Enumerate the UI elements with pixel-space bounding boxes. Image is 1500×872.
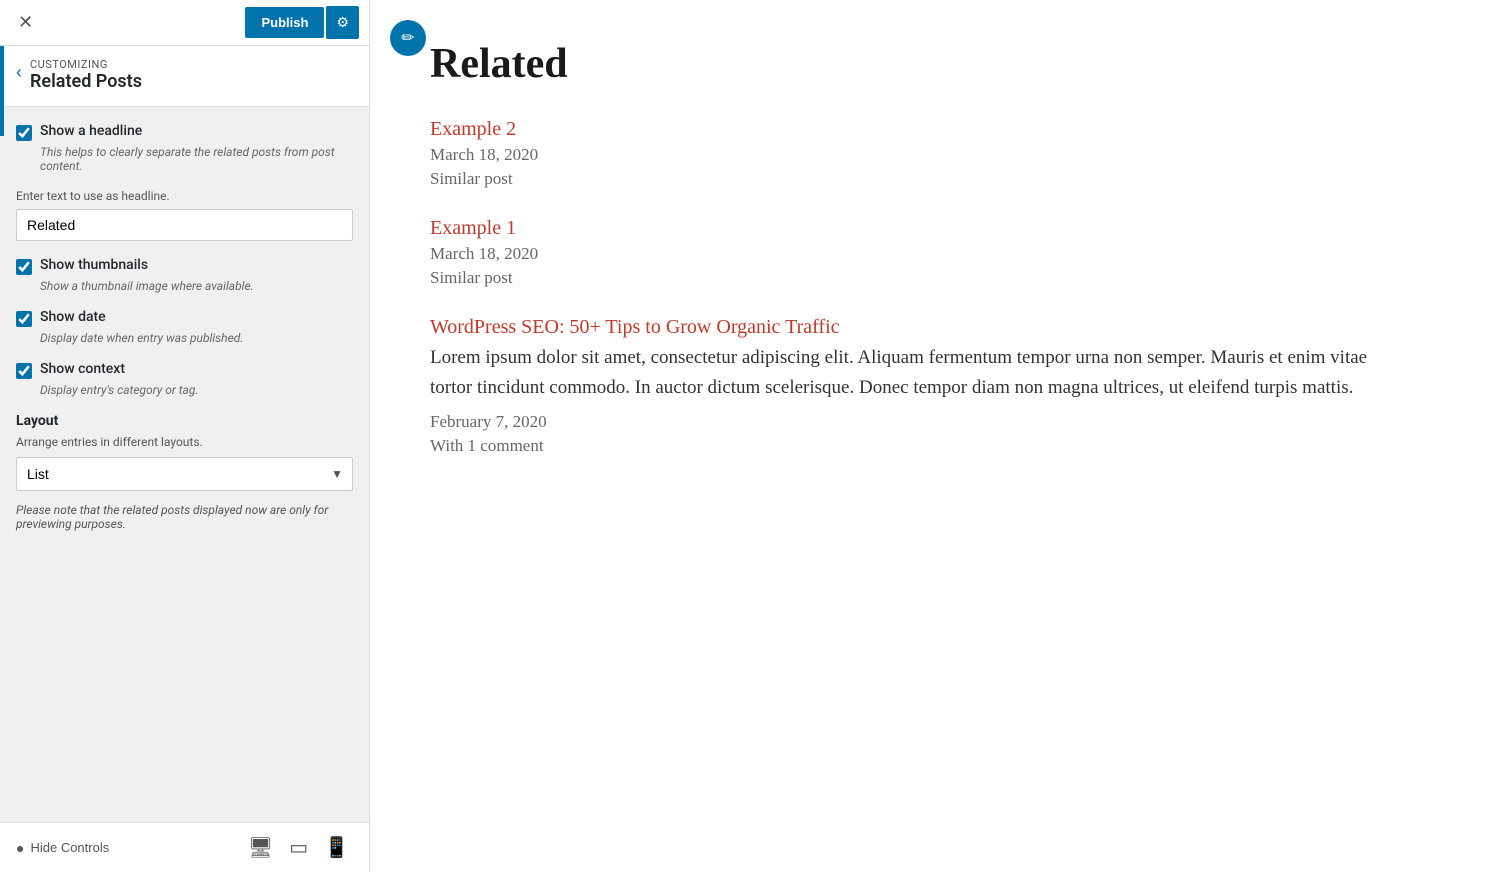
tablet-icon[interactable]: ▭ — [285, 833, 312, 862]
headline-input-label: Enter text to use as headline. — [16, 189, 353, 203]
post-excerpt: Lorem ipsum dolor sit amet, consectetur … — [430, 343, 1410, 404]
preview-note: Please note that the related posts displ… — [16, 503, 353, 531]
post-title-link[interactable]: Example 2 — [430, 118, 1410, 141]
back-button[interactable]: ‹ — [16, 60, 30, 85]
device-icons: 🖥 ▭ 📱 — [244, 833, 353, 862]
pencil-icon: ✏ — [401, 28, 414, 48]
top-bar: ✕ Publish ⚙ — [0, 0, 369, 46]
layout-title: Layout — [16, 413, 353, 429]
hide-controls-button[interactable]: ● Hide Controls — [16, 840, 109, 856]
show-context-checkbox[interactable] — [16, 363, 32, 379]
right-panel: ✏ Related Example 2 March 18, 2020 Simil… — [370, 0, 1500, 872]
post-title-link[interactable]: Example 1 — [430, 217, 1410, 240]
list-item: Example 2 March 18, 2020 Similar post — [430, 118, 1410, 189]
customizing-label: Customizing — [30, 58, 142, 71]
list-item: WordPress SEO: 50+ Tips to Grow Organic … — [430, 316, 1410, 456]
post-title-link[interactable]: WordPress SEO: 50+ Tips to Grow Organic … — [430, 316, 1410, 339]
show-date-row: Show date Display date when entry was pu… — [16, 309, 353, 345]
layout-section: Layout Arrange entries in different layo… — [16, 413, 353, 491]
show-thumbnails-description: Show a thumbnail image where available. — [40, 279, 353, 293]
show-headline-description: This helps to clearly separate the relat… — [40, 145, 353, 173]
edit-button[interactable]: ✏ — [390, 20, 426, 56]
show-headline-checkbox[interactable] — [16, 125, 32, 141]
show-headline-row: Show a headline This helps to clearly se… — [16, 123, 353, 173]
show-date-text: Show date — [40, 309, 106, 325]
preview-content: Related Example 2 March 18, 2020 Similar… — [430, 40, 1410, 456]
page-title: Related Posts — [30, 71, 142, 92]
hide-controls-label: Hide Controls — [30, 840, 109, 855]
headline-input[interactable] — [16, 209, 353, 241]
panel-content: Show a headline This helps to clearly se… — [0, 107, 369, 822]
layout-description: Arrange entries in different layouts. — [16, 435, 353, 449]
show-thumbnails-text: Show thumbnails — [40, 257, 148, 273]
post-date: March 18, 2020 — [430, 145, 1410, 165]
bottom-bar: ● Hide Controls 🖥 ▭ 📱 — [0, 822, 369, 872]
show-context-label[interactable]: Show context — [16, 361, 353, 379]
show-date-label[interactable]: Show date — [16, 309, 353, 327]
circle-icon: ● — [16, 840, 24, 856]
mobile-icon[interactable]: 📱 — [320, 833, 353, 862]
customizing-header: ‹ Customizing Related Posts — [0, 46, 369, 107]
blue-indicator — [0, 46, 4, 136]
layout-select[interactable]: List Grid Carousel — [16, 457, 353, 491]
header-text: Customizing Related Posts — [30, 58, 142, 92]
left-panel: ✕ Publish ⚙ ‹ Customizing Related Posts … — [0, 0, 370, 872]
show-context-text: Show context — [40, 361, 125, 377]
show-headline-text: Show a headline — [40, 123, 142, 139]
show-context-description: Display entry's category or tag. — [40, 383, 353, 397]
post-context: With 1 comment — [430, 436, 1410, 456]
post-date: March 18, 2020 — [430, 244, 1410, 264]
headline-section: Enter text to use as headline. — [16, 189, 353, 241]
layout-select-wrapper: List Grid Carousel ▼ — [16, 457, 353, 491]
list-item: Example 1 March 18, 2020 Similar post — [430, 217, 1410, 288]
show-thumbnails-label[interactable]: Show thumbnails — [16, 257, 353, 275]
related-heading: Related — [430, 40, 1410, 88]
post-context: Similar post — [430, 268, 1410, 288]
gear-button[interactable]: ⚙ — [326, 6, 359, 39]
publish-button[interactable]: Publish — [245, 7, 324, 38]
desktop-icon[interactable]: 🖥 — [244, 833, 277, 862]
close-button[interactable]: ✕ — [10, 8, 41, 37]
show-headline-label[interactable]: Show a headline — [16, 123, 353, 141]
post-date: February 7, 2020 — [430, 412, 1410, 432]
show-thumbnails-row: Show thumbnails Show a thumbnail image w… — [16, 257, 353, 293]
show-date-description: Display date when entry was published. — [40, 331, 353, 345]
show-thumbnails-checkbox[interactable] — [16, 259, 32, 275]
post-context: Similar post — [430, 169, 1410, 189]
show-date-checkbox[interactable] — [16, 311, 32, 327]
show-context-row: Show context Display entry's category or… — [16, 361, 353, 397]
